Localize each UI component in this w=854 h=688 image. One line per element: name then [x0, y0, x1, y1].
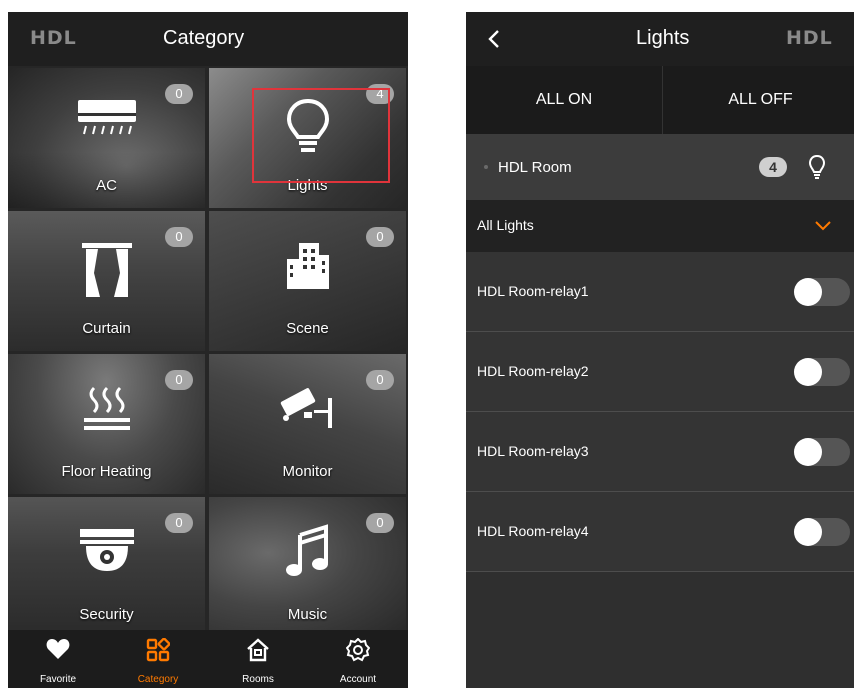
bullet-dot — [484, 165, 488, 169]
section-label: All Lights — [477, 217, 534, 233]
tile-label: Music — [287, 606, 328, 623]
tile-count-badge: 0 — [366, 370, 394, 390]
toggle-knob — [794, 278, 822, 306]
nav-favorite[interactable]: Favorite — [8, 630, 108, 688]
security-camera-icon — [280, 388, 332, 428]
device-row-relay2: HDL Room-relay2 — [466, 332, 854, 412]
tile-music[interactable]: 0 Music — [209, 497, 406, 637]
tile-count-badge: 0 — [165, 370, 193, 390]
device-row-relay3: HDL Room-relay3 — [466, 412, 854, 492]
device-name: HDL Room-relay3 — [477, 443, 589, 459]
home-icon — [247, 638, 269, 662]
power-toggle[interactable] — [794, 438, 850, 466]
nav-label: Account — [339, 674, 377, 685]
power-toggle[interactable] — [794, 278, 850, 306]
page-title: Category — [163, 27, 245, 49]
all-lights-section[interactable]: All Lights — [466, 200, 854, 252]
tile-label: Curtain — [82, 320, 131, 337]
device-name: HDL Room-relay1 — [477, 283, 589, 299]
chevron-left-icon[interactable] — [488, 29, 500, 49]
bottom-nav: Favorite Category Rooms Account — [8, 630, 408, 688]
toggle-knob — [794, 438, 822, 466]
chevron-down-icon[interactable] — [814, 220, 832, 232]
heart-icon — [46, 639, 70, 659]
hdl-logo: HDL — [786, 27, 833, 49]
tile-label: Floor Heating — [61, 463, 152, 480]
nav-account[interactable]: Account — [308, 630, 408, 688]
lights-screen: Lights HDL ALL ON ALL OFF HDL Room 4 All… — [466, 12, 854, 688]
device-name: HDL Room-relay2 — [477, 363, 589, 379]
tile-label: Monitor — [282, 463, 333, 480]
floor-heating-icon — [83, 386, 130, 430]
tile-count-badge: 0 — [165, 84, 193, 104]
buildings-icon — [286, 243, 329, 289]
tile-label: Security — [79, 606, 134, 623]
device-name: HDL Room-relay4 — [477, 523, 589, 539]
tile-scene[interactable]: 0 Scene — [209, 211, 406, 351]
all-controls-bar: ALL ON ALL OFF — [466, 66, 854, 134]
room-name: HDL Room — [498, 159, 572, 176]
tile-security[interactable]: 0 Security — [8, 497, 205, 637]
nav-category[interactable]: Category — [108, 630, 208, 688]
tile-monitor[interactable]: 0 Monitor — [209, 354, 406, 494]
nav-label: Rooms — [242, 674, 274, 685]
lights-header: Lights HDL — [466, 12, 854, 66]
power-toggle[interactable] — [794, 518, 850, 546]
toggle-knob — [794, 518, 822, 546]
light-bulb-outline-icon — [808, 154, 826, 179]
room-count-badge: 4 — [759, 157, 787, 177]
tile-label: AC — [96, 177, 117, 194]
toggle-knob — [794, 358, 822, 386]
tile-count-badge: 0 — [165, 227, 193, 247]
all-on-button[interactable]: ALL ON — [466, 66, 663, 134]
tile-ac[interactable]: 0 AC — [8, 68, 205, 208]
tile-count-badge: 0 — [366, 513, 394, 533]
tile-count-badge: 0 — [366, 227, 394, 247]
air-conditioner-icon — [77, 100, 136, 135]
page-title: Lights — [636, 27, 690, 49]
tile-count-badge: 0 — [165, 513, 193, 533]
device-row-relay4: HDL Room-relay4 — [466, 492, 854, 572]
nav-label: Favorite — [39, 674, 77, 685]
all-off-button[interactable]: ALL OFF — [663, 66, 854, 134]
music-note-icon — [285, 524, 328, 576]
curtain-icon — [81, 243, 132, 297]
category-grid-icon — [146, 638, 170, 662]
dome-camera-icon — [79, 529, 134, 571]
power-toggle[interactable] — [794, 358, 850, 386]
nav-rooms[interactable]: Rooms — [208, 630, 308, 688]
tile-label: Scene — [286, 320, 329, 337]
category-header: HDL Category — [8, 12, 408, 66]
device-row-relay1: HDL Room-relay1 — [466, 252, 854, 332]
highlight-box — [252, 88, 390, 183]
room-row[interactable]: HDL Room 4 — [466, 134, 854, 200]
gear-icon — [346, 638, 370, 662]
nav-label: Category — [137, 674, 179, 685]
tile-curtain[interactable]: 0 Curtain — [8, 211, 205, 351]
hdl-logo: HDL — [30, 27, 77, 49]
tile-floor-heating[interactable]: 0 Floor Heating — [8, 354, 205, 494]
